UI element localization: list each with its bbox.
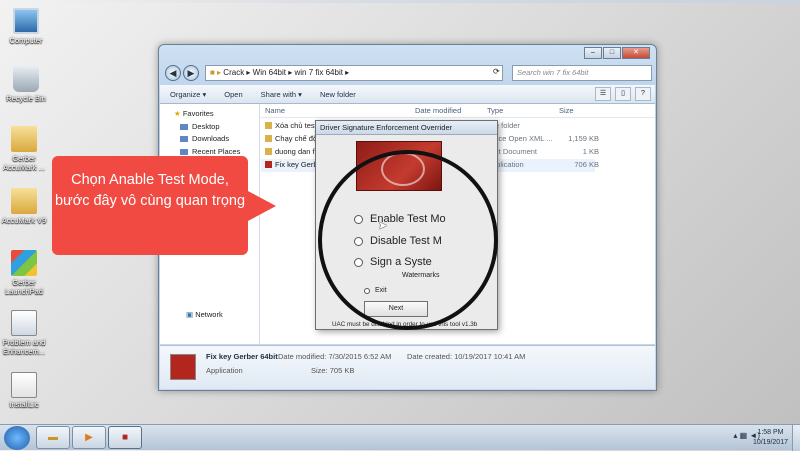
folder-icon xyxy=(11,126,37,152)
recycle-bin-icon xyxy=(13,66,39,92)
dialog-banner-image xyxy=(356,141,442,191)
network-icon: ▣ xyxy=(186,310,194,319)
breadcrumb-win-64bit[interactable]: Win 64bit xyxy=(253,68,286,77)
close-button[interactable]: ✕ xyxy=(622,47,650,59)
nav-network[interactable]: ▣ Network xyxy=(160,309,223,322)
maximize-button[interactable]: □ xyxy=(603,47,621,59)
document-icon xyxy=(11,310,37,336)
view-options-icon[interactable]: ☰ xyxy=(595,87,611,101)
dialog-title: Driver Signature Enforcement Overrider xyxy=(316,121,497,135)
option-enable-test-mode[interactable]: Enable Test Mo xyxy=(354,213,446,225)
desktop-icon-label: Gerber LaunchPad xyxy=(5,278,43,296)
option-disable-test-mode[interactable]: Disable Test M xyxy=(354,235,442,247)
desktop-icon-computer[interactable]: Computer xyxy=(2,8,50,45)
network-tray-icon[interactable]: ▦ xyxy=(740,431,748,440)
command-bar: Organize ▾ Open Share with ▾ New folder … xyxy=(160,85,655,104)
open-button[interactable]: Open xyxy=(224,90,242,99)
window-controls: – □ ✕ xyxy=(583,47,650,59)
desktop-icon-label: Gerber AccuMark ... xyxy=(3,154,45,172)
search-input[interactable]: Search win 7 fix 64bit xyxy=(512,65,652,81)
taskbar-dseo-button[interactable]: ■ xyxy=(108,426,142,449)
desktop-icon-installlic[interactable]: InstallLic xyxy=(0,372,48,409)
minimize-button[interactable]: – xyxy=(584,47,602,59)
uac-note: UAC must be disabled in order to use thi… xyxy=(332,321,478,328)
clock-date: 10/19/2017 xyxy=(752,439,788,446)
taskbar-clock[interactable]: 1:58 PM 10/19/2017 xyxy=(753,428,788,448)
organize-button[interactable]: Organize ▾ xyxy=(170,90,206,99)
clock-time: 1:58 PM xyxy=(757,429,784,436)
nav-desktop[interactable]: Desktop xyxy=(160,121,259,134)
folder-icon xyxy=(11,188,37,214)
desktop-icon-problem-enhancement[interactable]: Problem and Enhancem... xyxy=(0,310,48,356)
desktop-top-strip xyxy=(40,0,800,3)
start-button[interactable] xyxy=(4,426,30,450)
folder-icon: ▬ xyxy=(48,432,58,443)
desktop-icon-label: Recycle Bin xyxy=(6,94,46,103)
mouse-cursor-icon: ➤ xyxy=(378,220,388,232)
radio-button[interactable] xyxy=(354,214,363,224)
callout-text: Chọn Anable Test Mode, bước đây vô cùng … xyxy=(54,172,246,209)
star-icon: ★ xyxy=(174,109,181,118)
address-row: ◀ ▶ ■ ▸ Crack ▸ Win 64bit ▸ win 7 fix 64… xyxy=(163,63,652,83)
desktop-icon-label: InstallLic xyxy=(9,400,39,409)
option-exit[interactable]: Exit xyxy=(364,287,387,294)
desktop-icon-accumark-v9[interactable]: AccuMark V9 xyxy=(0,188,48,225)
desktop-icon-gerber-accumark[interactable]: Gerber AccuMark ... xyxy=(0,126,48,172)
taskbar-explorer-button[interactable]: ▬ xyxy=(36,426,70,449)
back-button[interactable]: ◀ xyxy=(165,65,181,81)
installer-icon xyxy=(11,372,37,398)
instruction-callout: Chọn Anable Test Mode, bước đây vô cùng … xyxy=(52,156,276,255)
taskbar-media-player-button[interactable]: ▶ xyxy=(72,426,106,449)
column-size[interactable]: Size xyxy=(559,106,574,115)
option-watermarks[interactable]: Watermarks xyxy=(402,272,439,279)
column-date-modified[interactable]: Date modified xyxy=(415,106,461,115)
nav-downloads[interactable]: Downloads xyxy=(160,133,259,146)
share-with-button[interactable]: Share with ▾ xyxy=(261,90,302,99)
address-bar[interactable]: ■ ▸ Crack ▸ Win 64bit ▸ win 7 fix 64bit … xyxy=(205,65,503,81)
desktop-icon-gerber-launchpad[interactable]: Gerber LaunchPad xyxy=(0,250,48,296)
show-desktop-button[interactable] xyxy=(792,425,800,451)
refresh-icon[interactable]: ⟳ xyxy=(493,67,500,76)
taskbar: ▬ ▶ ■ ▴ ▦ ◄) 1:58 PM 10/19/2017 xyxy=(0,424,800,451)
dseo-dialog: Driver Signature Enforcement Overrider E… xyxy=(315,120,498,330)
desktop-icon-label: AccuMark V9 xyxy=(1,216,47,225)
details-date-created: Date created: 10/19/2017 10:41 AM xyxy=(407,352,526,361)
application-icon xyxy=(170,354,196,380)
next-button[interactable]: Next xyxy=(364,301,428,317)
nav-favorites[interactable]: ★ Favorites xyxy=(160,108,259,121)
new-folder-button[interactable]: New folder xyxy=(320,90,356,99)
details-date-modified: Date modified: 7/30/2015 6:52 AM xyxy=(278,352,392,361)
desktop-icon-label: Problem and Enhancem... xyxy=(2,338,46,356)
details-size: Size: 705 KB xyxy=(311,366,355,375)
radio-button[interactable] xyxy=(364,287,370,294)
radio-button[interactable] xyxy=(354,236,363,246)
computer-icon xyxy=(13,8,39,34)
help-icon[interactable]: ? xyxy=(635,87,651,101)
column-headers: Name Date modified Type Size xyxy=(261,104,655,118)
media-player-icon: ▶ xyxy=(85,432,93,443)
details-file-type: Application xyxy=(206,366,243,375)
column-name[interactable]: Name xyxy=(265,106,285,115)
launchpad-icon xyxy=(11,250,37,276)
tray-arrow-icon[interactable]: ▴ xyxy=(733,431,737,440)
breadcrumb-crack[interactable]: Crack xyxy=(223,68,244,77)
column-type[interactable]: Type xyxy=(487,106,503,115)
desktop-icon-recycle-bin[interactable]: Recycle Bin xyxy=(2,66,50,103)
option-sign-system-file[interactable]: Sign a Syste xyxy=(354,256,432,268)
preview-pane-icon[interactable]: ▯ xyxy=(615,87,631,101)
breadcrumb-win7-fix[interactable]: win 7 fix 64bit xyxy=(294,68,342,77)
details-pane: Fix key Gerber 64bit Application Date mo… xyxy=(160,345,655,389)
folder-icon: ■ ▸ xyxy=(210,68,224,77)
radio-button[interactable] xyxy=(354,257,363,267)
details-file-name: Fix key Gerber 64bit xyxy=(206,352,278,361)
desktop-icon-label: Computer xyxy=(9,36,43,45)
application-icon: ■ xyxy=(121,432,129,443)
forward-button[interactable]: ▶ xyxy=(183,65,199,81)
